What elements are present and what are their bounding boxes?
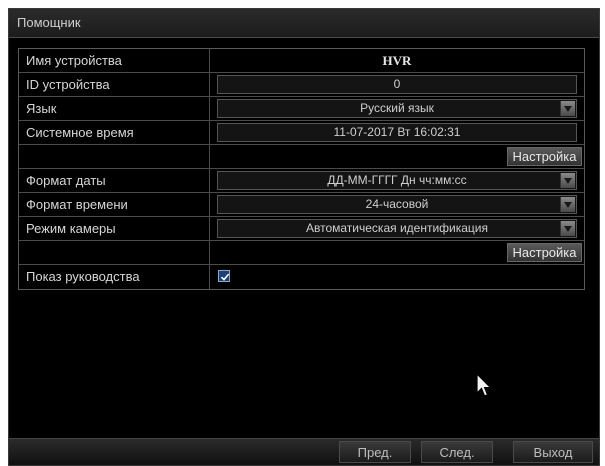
time-format-label: Формат времени bbox=[19, 193, 210, 216]
camera-mode-row: Режим камеры Автоматическая идентификаци… bbox=[19, 217, 584, 241]
camera-setup-button[interactable]: Настройка bbox=[507, 243, 582, 262]
chevron-down-icon[interactable] bbox=[560, 101, 575, 116]
next-button[interactable]: След. bbox=[421, 441, 493, 463]
device-name-row: Имя устройства HVR bbox=[19, 49, 584, 73]
language-value: Русский язык bbox=[360, 101, 434, 115]
time-setup-row: Настройка bbox=[19, 145, 584, 169]
empty-label bbox=[19, 145, 210, 168]
show-guide-row: Показ руководства bbox=[19, 265, 584, 289]
prev-button[interactable]: Пред. bbox=[339, 441, 411, 463]
exit-button[interactable]: Выход bbox=[513, 441, 593, 463]
system-time-row: Системное время 11-07-2017 Вт 16:02:31 bbox=[19, 121, 584, 145]
chevron-down-icon[interactable] bbox=[560, 221, 575, 236]
device-name-label: Имя устройства bbox=[19, 49, 210, 72]
time-setup-button[interactable]: Настройка bbox=[507, 147, 582, 166]
camera-mode-select[interactable]: Автоматическая идентификация bbox=[217, 219, 577, 238]
empty-label bbox=[19, 241, 210, 264]
show-guide-checkbox[interactable] bbox=[218, 270, 230, 282]
language-select[interactable]: Русский язык bbox=[217, 99, 577, 118]
time-format-row: Формат времени 24-часовой bbox=[19, 193, 584, 217]
chevron-down-icon[interactable] bbox=[560, 173, 575, 188]
window-title: Помощник bbox=[17, 15, 81, 30]
footer-bar: Пред. След. Выход bbox=[9, 438, 599, 465]
title-bar: Помощник bbox=[9, 9, 599, 38]
settings-panel: Имя устройства HVR ID устройства 0 Язык … bbox=[18, 48, 585, 290]
device-id-input[interactable]: 0 bbox=[217, 75, 577, 94]
date-format-row: Формат даты ДД-ММ-ГГГГ Дн чч:мм:сс bbox=[19, 169, 584, 193]
device-name-value: HVR bbox=[382, 53, 412, 68]
show-guide-label: Показ руководства bbox=[19, 265, 210, 289]
camera-mode-label: Режим камеры bbox=[19, 217, 210, 240]
mouse-pointer-icon bbox=[476, 373, 492, 397]
device-id-label: ID устройства bbox=[19, 73, 210, 96]
checkmark-icon bbox=[220, 273, 230, 281]
date-format-value: ДД-ММ-ГГГГ Дн чч:мм:сс bbox=[327, 173, 467, 187]
system-time-field[interactable]: 11-07-2017 Вт 16:02:31 bbox=[217, 123, 577, 142]
language-row: Язык Русский язык bbox=[19, 97, 584, 121]
date-format-select[interactable]: ДД-ММ-ГГГГ Дн чч:мм:сс bbox=[217, 171, 577, 190]
time-format-select[interactable]: 24-часовой bbox=[217, 195, 577, 214]
device-id-row: ID устройства 0 bbox=[19, 73, 584, 97]
wizard-window: Помощник Имя устройства HVR ID устройств… bbox=[8, 8, 600, 466]
camera-setup-row: Настройка bbox=[19, 241, 584, 265]
time-format-value: 24-часовой bbox=[365, 197, 429, 211]
chevron-down-icon[interactable] bbox=[560, 197, 575, 212]
camera-mode-value: Автоматическая идентификация bbox=[306, 221, 488, 235]
date-format-label: Формат даты bbox=[19, 169, 210, 192]
system-time-label: Системное время bbox=[19, 121, 210, 144]
language-label: Язык bbox=[19, 97, 210, 120]
